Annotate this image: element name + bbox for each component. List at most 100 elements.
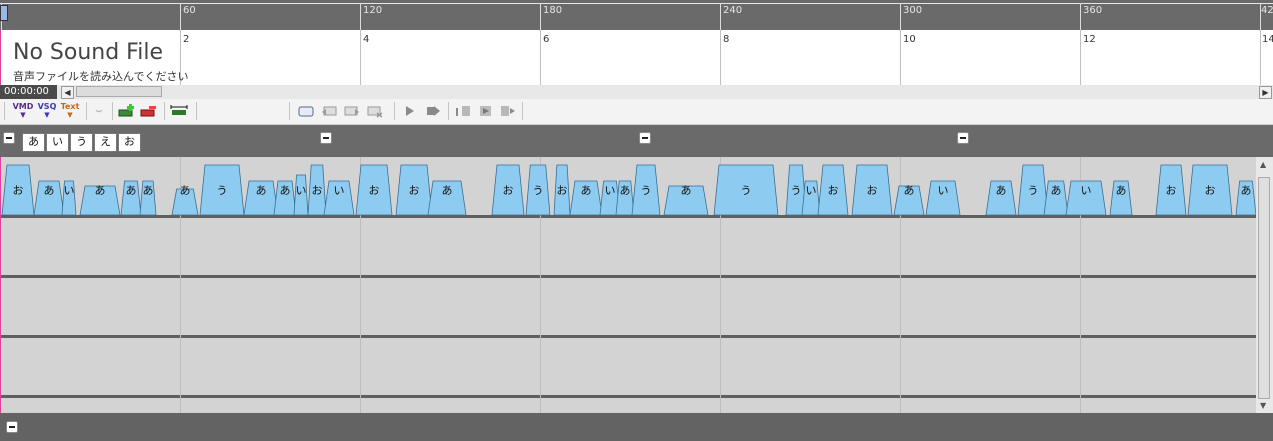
undo-button[interactable] xyxy=(320,103,338,119)
vowel-button-e[interactable]: え xyxy=(94,133,117,152)
morph-label: あ xyxy=(180,184,191,197)
lane-header: あ い う え お xyxy=(0,125,1273,157)
redo-icon xyxy=(344,106,359,116)
collapse-button[interactable] xyxy=(6,421,18,433)
morph-label: い xyxy=(605,184,616,197)
empty-lane[interactable] xyxy=(0,278,1256,335)
morph-label: お xyxy=(1166,184,1177,197)
empty-lane[interactable] xyxy=(0,338,1256,395)
scroll-right-button[interactable]: ▶ xyxy=(1259,86,1272,99)
morph-label: あ xyxy=(1241,184,1252,197)
frame-label: 180 xyxy=(543,5,563,16)
fit-width-button[interactable] xyxy=(170,103,188,119)
frame-label: 60 xyxy=(183,5,196,16)
track-area[interactable]: おあいああああうああいおいおおあおうおあいあうあうういおおあいあうあいあおおあ xyxy=(0,157,1256,413)
next-frame-button[interactable] xyxy=(499,103,517,119)
morph-label: い xyxy=(334,184,345,197)
second-label: 14 xyxy=(1262,34,1273,45)
morph-label: う xyxy=(791,184,802,197)
morph-label: あ xyxy=(1116,184,1127,197)
collapse-button[interactable] xyxy=(3,132,15,144)
vertical-scroll-thumb[interactable] xyxy=(1258,177,1270,399)
import-vmd-button[interactable]: VMD ▼ xyxy=(12,102,34,120)
mouth-icon[interactable]: ⌣ xyxy=(91,103,107,119)
prev-frame-button[interactable] xyxy=(454,103,472,119)
play-icon xyxy=(406,106,414,116)
down-arrow-icon: ▼ xyxy=(44,111,50,119)
scroll-down-icon[interactable]: ▼ xyxy=(1260,401,1266,410)
play-to-end-button[interactable] xyxy=(424,103,442,119)
frame-step-icon xyxy=(480,106,491,116)
morph-label: い xyxy=(938,184,949,197)
morph-label: い xyxy=(806,184,817,197)
morph-label: あ xyxy=(95,184,106,197)
morph-label: あ xyxy=(442,184,453,197)
empty-lane[interactable] xyxy=(0,218,1256,275)
vowel-button-a[interactable]: あ xyxy=(22,133,45,152)
prev-frame-icon xyxy=(456,106,470,116)
morph-label: お xyxy=(503,184,514,197)
redo-button[interactable] xyxy=(343,103,361,119)
morph-label: お xyxy=(828,184,839,197)
play-button[interactable] xyxy=(402,103,418,119)
morph-label: い xyxy=(64,184,75,197)
vowel-button-u[interactable]: う xyxy=(70,133,93,152)
morph-label: う xyxy=(1028,184,1039,197)
sound-waveform-area[interactable]: No Sound File 音声ファイルを読み込んでください 2 4 6 8 1… xyxy=(0,30,1273,85)
remove-track-button[interactable] xyxy=(140,103,158,119)
morph-label: あ xyxy=(681,184,692,197)
delete-icon xyxy=(367,106,383,118)
add-track-button[interactable] xyxy=(118,103,136,119)
frame-step-button[interactable] xyxy=(477,103,495,119)
morph-label: あ xyxy=(1051,184,1062,197)
next-frame-icon xyxy=(501,106,515,116)
collapse-button[interactable] xyxy=(320,132,332,144)
horizontal-scrollbar[interactable]: 00:00:00 ◀ ▶ xyxy=(0,85,1273,99)
text-label: Text xyxy=(60,102,80,111)
morph-label: お xyxy=(1205,184,1216,197)
add-track-icon xyxy=(118,104,134,117)
toolbar: VMD ▼ VSQ ▼ Text ▼ ⌣ xyxy=(0,99,1273,125)
morph-label: あ xyxy=(256,184,267,197)
morph-label: う xyxy=(533,184,544,197)
morph-keyframes[interactable]: おあいああああうああいおいおおあおうおあいあうあうういおおあいあうあいあおおあ xyxy=(0,157,1256,217)
morph-label: あ xyxy=(126,184,137,197)
scroll-thumb[interactable] xyxy=(76,86,162,97)
frame-ruler[interactable]: 60 120 180 240 300 360 42 xyxy=(0,0,1273,30)
vowel-button-o[interactable]: お xyxy=(118,133,141,152)
morph-label: う xyxy=(641,184,652,197)
second-label: 8 xyxy=(723,34,730,45)
second-label: 10 xyxy=(903,34,916,45)
import-text-button[interactable]: Text ▼ xyxy=(59,102,81,120)
collapse-button[interactable] xyxy=(957,132,969,144)
morph-label: お xyxy=(557,184,568,197)
morph-label: う xyxy=(217,184,228,197)
scroll-up-icon[interactable]: ▲ xyxy=(1260,160,1266,169)
fit-width-icon xyxy=(170,105,188,115)
down-arrow-icon: ▼ xyxy=(20,111,26,119)
play-end-icon xyxy=(427,106,440,116)
scroll-left-button[interactable]: ◀ xyxy=(61,86,74,99)
vertical-scrollbar[interactable]: ▲ ▼ xyxy=(1256,157,1273,413)
vsq-label: VSQ xyxy=(37,102,57,111)
morph-label: お xyxy=(312,184,323,197)
down-arrow-icon: ▼ xyxy=(67,111,73,119)
morph-label: お xyxy=(867,184,878,197)
morph-label: あ xyxy=(44,184,55,197)
vowel-button-i[interactable]: い xyxy=(46,133,69,152)
delete-button[interactable] xyxy=(366,103,384,119)
empty-lane[interactable] xyxy=(0,398,1256,413)
morph-label: お xyxy=(13,184,24,197)
second-label: 2 xyxy=(183,34,190,45)
select-frame-button[interactable] xyxy=(297,103,315,119)
collapse-button[interactable] xyxy=(639,132,651,144)
time-display: 00:00:00 xyxy=(0,85,57,99)
undo-icon xyxy=(322,106,337,116)
morph-label: い xyxy=(1081,184,1092,197)
morph-label: あ xyxy=(581,184,592,197)
import-vsq-button[interactable]: VSQ ▼ xyxy=(36,102,58,120)
frame-label: 42 xyxy=(1261,5,1273,16)
playhead-marker-icon[interactable] xyxy=(0,5,8,21)
remove-track-icon xyxy=(140,106,156,117)
vmd-label: VMD xyxy=(12,102,34,111)
